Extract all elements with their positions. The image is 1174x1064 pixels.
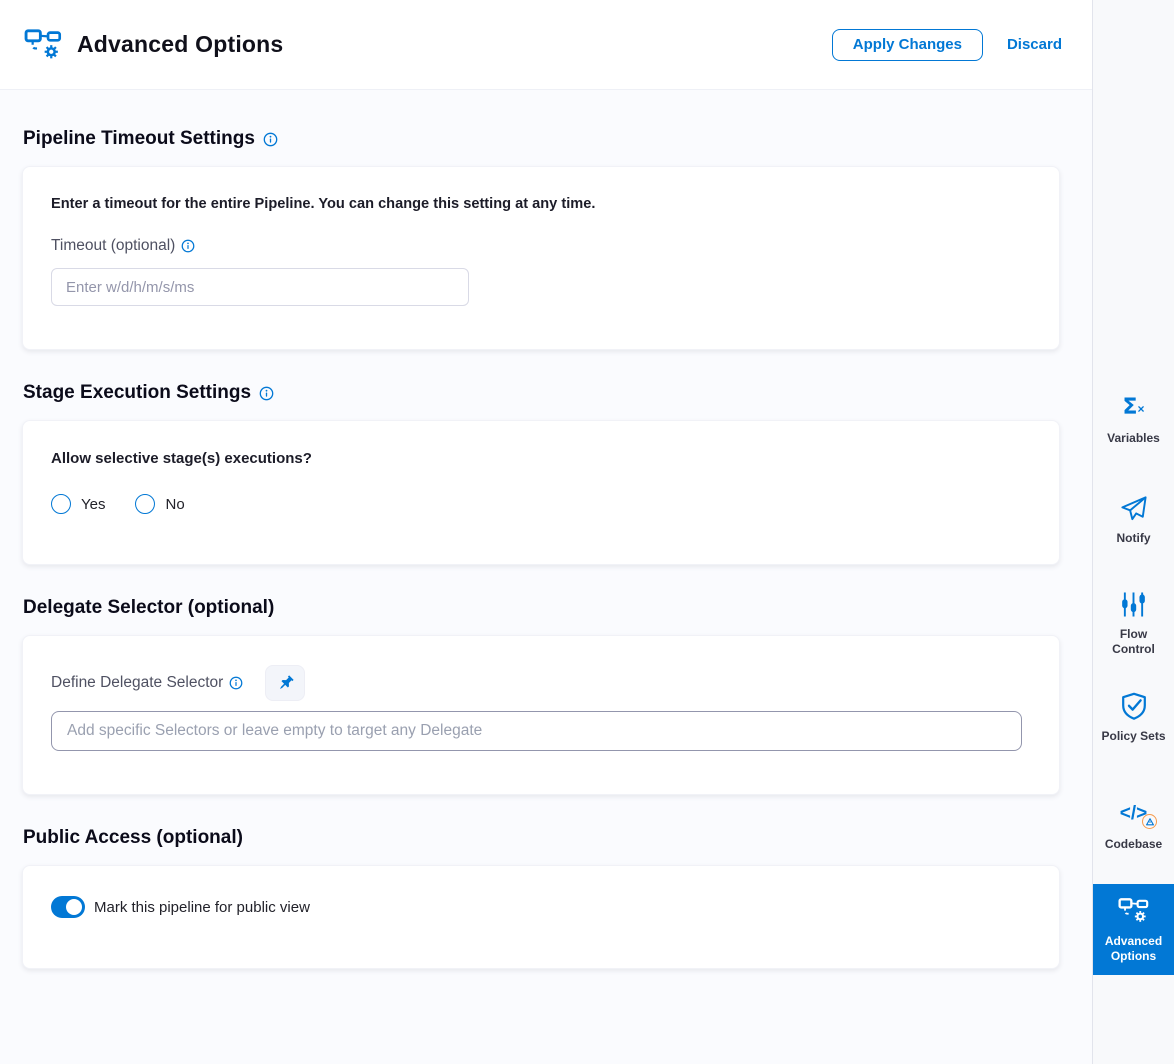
toggle-knob bbox=[66, 899, 82, 915]
timeout-field-label: Timeout (optional) bbox=[51, 237, 175, 255]
header-actions: Apply Changes Discard bbox=[832, 29, 1062, 61]
radio-label: No bbox=[165, 496, 184, 513]
radio-option-yes[interactable]: Yes bbox=[51, 494, 105, 514]
sidebar-item-label: Policy Sets bbox=[1093, 729, 1173, 744]
sidebar-item-flow-control[interactable]: Flow Control bbox=[1093, 589, 1174, 657]
sidebar-item-variables[interactable]: Σ× Variables bbox=[1093, 393, 1174, 446]
radio-option-no[interactable]: No bbox=[135, 494, 184, 514]
section-title: Public Access (optional) bbox=[23, 827, 243, 849]
sidebar-item-codebase[interactable]: </> Codebase bbox=[1093, 799, 1174, 852]
info-icon[interactable] bbox=[259, 386, 274, 401]
pipeline-timeout-heading: Pipeline Timeout Settings bbox=[23, 128, 1060, 150]
advanced-options-content: Pipeline Timeout Settings Enter a timeou… bbox=[0, 90, 1092, 969]
sidebar-item-label: Advanced Options bbox=[1093, 934, 1174, 964]
timeout-input[interactable] bbox=[51, 268, 469, 306]
delegate-field-label: Define Delegate Selector bbox=[51, 674, 223, 692]
pipeline-gear-icon bbox=[1118, 896, 1149, 926]
public-view-toggle[interactable] bbox=[51, 896, 85, 918]
shield-check-icon bbox=[1121, 691, 1147, 721]
sliders-icon bbox=[1121, 589, 1146, 619]
page-title: Advanced Options bbox=[77, 31, 283, 58]
delegate-selector-card: Define Delegate Selector bbox=[22, 635, 1060, 795]
selective-stage-question: Allow selective stage(s) executions? bbox=[51, 450, 1031, 467]
warning-badge-icon bbox=[1142, 814, 1157, 829]
sigma-x-icon: Σ× bbox=[1122, 393, 1144, 423]
sidebar-item-advanced-options[interactable]: Advanced Options bbox=[1093, 884, 1174, 975]
stage-execution-card: Allow selective stage(s) executions? Yes… bbox=[22, 420, 1060, 565]
radio-label: Yes bbox=[81, 496, 105, 513]
pin-icon bbox=[276, 674, 295, 693]
section-title: Stage Execution Settings bbox=[23, 382, 251, 404]
timeout-description: Enter a timeout for the entire Pipeline.… bbox=[51, 196, 1031, 212]
pin-button[interactable] bbox=[265, 665, 305, 701]
section-title: Delegate Selector (optional) bbox=[23, 597, 274, 619]
main-panel: Advanced Options Apply Changes Discard P… bbox=[0, 0, 1092, 1064]
radio-circle[interactable] bbox=[51, 494, 71, 514]
delegate-selector-heading: Delegate Selector (optional) bbox=[23, 597, 1060, 619]
code-warning-icon: </> bbox=[1120, 799, 1147, 829]
public-access-heading: Public Access (optional) bbox=[23, 827, 1060, 849]
stage-execution-heading: Stage Execution Settings bbox=[23, 382, 1060, 404]
sidebar-item-label: Variables bbox=[1099, 431, 1168, 446]
right-rail: Σ× Variables Notify Flow Control bbox=[1092, 0, 1174, 1064]
apply-changes-button[interactable]: Apply Changes bbox=[832, 29, 983, 61]
public-access-card: Mark this pipeline for public view bbox=[22, 865, 1060, 969]
pipeline-gear-icon bbox=[24, 28, 62, 61]
selective-stage-radio-group: Yes No bbox=[51, 494, 1031, 514]
paper-plane-icon bbox=[1119, 493, 1148, 523]
panel-header: Advanced Options Apply Changes Discard bbox=[0, 0, 1092, 90]
public-view-toggle-label: Mark this pipeline for public view bbox=[94, 899, 310, 916]
info-icon[interactable] bbox=[181, 239, 195, 253]
info-icon[interactable] bbox=[229, 676, 243, 690]
section-title: Pipeline Timeout Settings bbox=[23, 128, 255, 150]
sidebar-item-label: Notify bbox=[1109, 531, 1159, 546]
info-icon[interactable] bbox=[263, 132, 278, 147]
discard-button[interactable]: Discard bbox=[1007, 36, 1062, 53]
radio-circle[interactable] bbox=[135, 494, 155, 514]
pipeline-timeout-card: Enter a timeout for the entire Pipeline.… bbox=[22, 166, 1060, 350]
sidebar-item-policy-sets[interactable]: Policy Sets bbox=[1093, 691, 1174, 744]
sidebar-item-notify[interactable]: Notify bbox=[1093, 493, 1174, 546]
sidebar-item-label: Codebase bbox=[1097, 837, 1170, 852]
delegate-selector-input[interactable] bbox=[51, 711, 1022, 751]
sidebar-item-label: Flow Control bbox=[1093, 627, 1174, 657]
